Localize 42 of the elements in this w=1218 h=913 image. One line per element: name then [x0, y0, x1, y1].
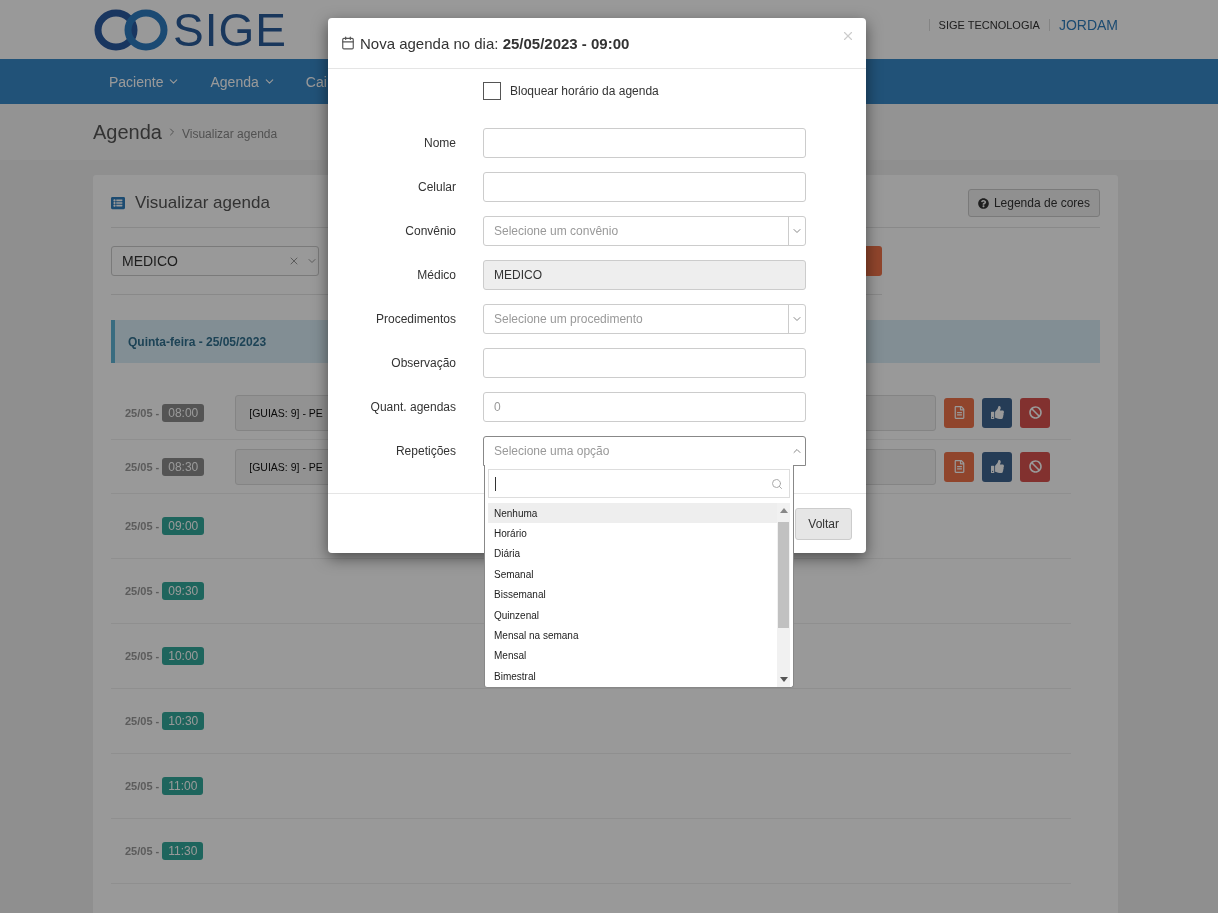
- dropdown-option[interactable]: Bimestral: [488, 666, 777, 687]
- modal-title: Nova agenda no dia: 25/05/2023 - 09:00: [360, 34, 630, 52]
- dropdown-option[interactable]: Quinzenal: [488, 604, 777, 626]
- slot-date: 25/05 -: [125, 780, 160, 792]
- slot-date: 25/05 -: [125, 650, 160, 662]
- slot-date: 25/05 -: [125, 715, 160, 727]
- field-label: Convênio: [404, 224, 456, 238]
- field-label: Quant. agendas: [369, 400, 456, 414]
- dropdown-option[interactable]: Mensal: [488, 645, 777, 667]
- time-badge: 11:30: [162, 842, 204, 860]
- readonly-field: MEDICO: [483, 260, 806, 290]
- slot-date: 25/05 -: [125, 845, 160, 857]
- slot-date: 25/05 -: [125, 585, 160, 597]
- time-badge: 10:30: [162, 712, 205, 730]
- brand-name: SIGE: [173, 6, 287, 53]
- breadcrumb-current: Visualizar agenda: [181, 127, 278, 141]
- time-badge: 10:00: [162, 647, 205, 665]
- card-title: Visualizar agenda: [135, 193, 270, 213]
- dropdown-option[interactable]: Mensal na semana: [488, 625, 777, 646]
- field-label: Nome: [423, 136, 456, 150]
- dropdown-option[interactable]: Nenhuma: [488, 503, 777, 524]
- page-title: Agenda: [93, 120, 162, 144]
- time-badge: 08:30: [162, 457, 205, 476]
- slot-date: 25/05 -: [125, 460, 160, 473]
- field-label: Celular: [417, 180, 456, 194]
- slot-date: 25/05 -: [125, 520, 160, 532]
- time-badge: 08:00: [162, 403, 205, 422]
- dropdown-option[interactable]: Horário: [488, 523, 777, 544]
- slot-date: 25/05 -: [125, 406, 160, 419]
- dropdown-option[interactable]: Bissemanal: [488, 584, 777, 605]
- field-label: Médico: [416, 268, 456, 282]
- back-button[interactable]: Voltar: [795, 507, 852, 540]
- dropdown-option[interactable]: Semanal: [488, 564, 777, 585]
- time-badge: 09:00: [162, 517, 205, 535]
- time-badge: 09:30: [162, 582, 205, 600]
- time-badge: 11:00: [162, 777, 204, 795]
- legend-button[interactable]: Legenda de cores: [967, 189, 1100, 217]
- dropdown-option[interactable]: Diária: [488, 543, 777, 565]
- doctor-select[interactable]: MEDICO: [111, 246, 319, 276]
- field-label: Repetições: [394, 444, 456, 458]
- company-name: SIGE TECNOLOGIA: [928, 18, 1050, 31]
- checkbox-label: Bloquear horário da agenda: [510, 84, 659, 98]
